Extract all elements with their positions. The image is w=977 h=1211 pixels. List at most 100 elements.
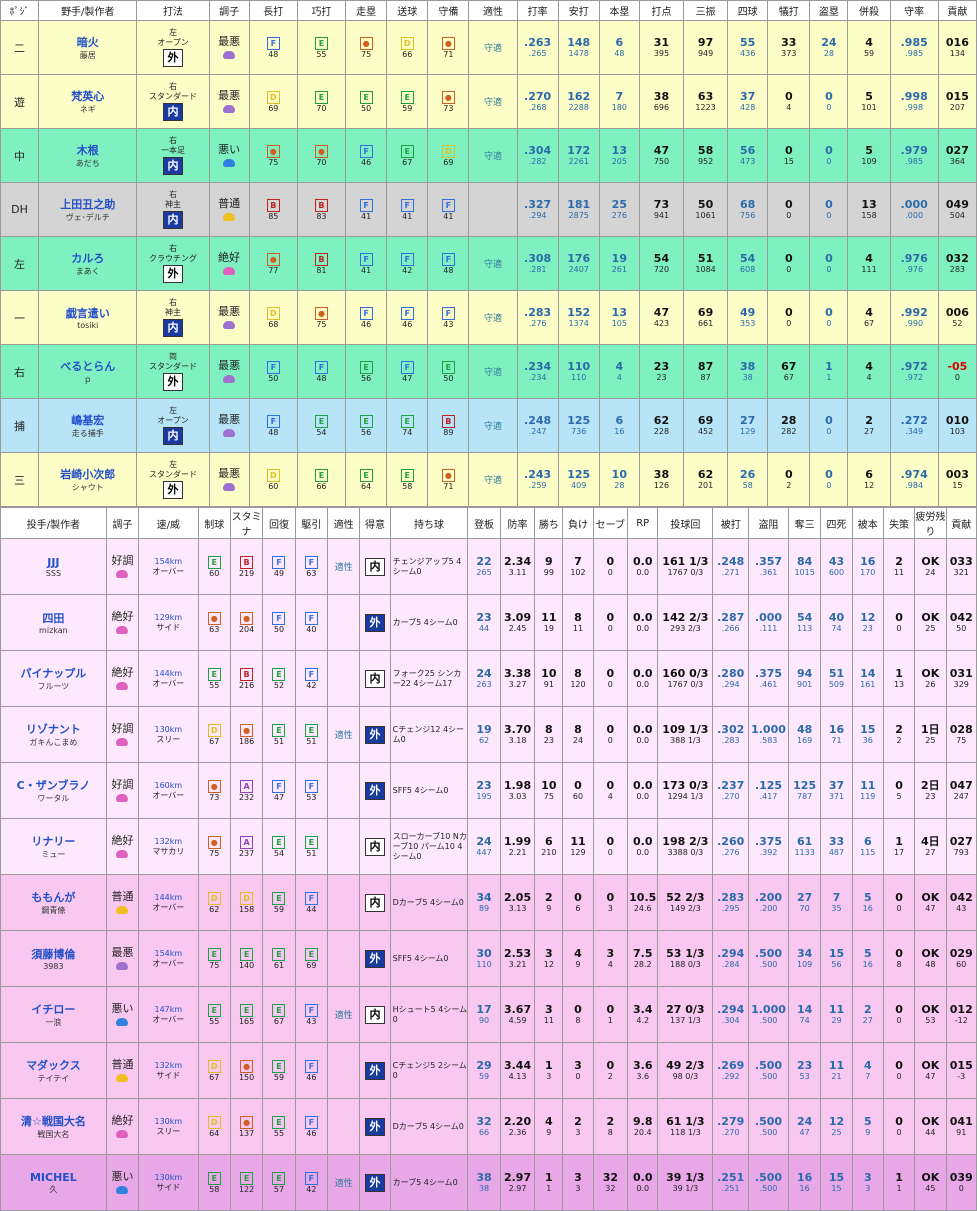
pitching-header-cell: 失策 xyxy=(882,507,916,539)
player-name[interactable]: 嶋基宏 xyxy=(40,412,136,428)
pstat-l: 08 xyxy=(562,986,594,1043)
pitcher-name[interactable]: リゾナント xyxy=(1,721,105,737)
batting-row[interactable]: 一戯言遣い tosiki 右神主内最悪 D 68 ● 75 F 46 F 46 F 43 守適 .283.2… xyxy=(0,290,977,345)
player-name[interactable]: 上田丑之助 xyxy=(40,196,136,212)
pitcher-name[interactable]: 須藤博倫 xyxy=(1,946,105,962)
stat-current: 0.0 xyxy=(632,554,653,568)
pitching-row[interactable]: リゾナント ガキんこまめ 好調 130km スリー D 67 ● 186 E 51 E 51 適性外 Cチェ… xyxy=(0,706,977,763)
pitching-row[interactable]: リナリー ミュー 絶好 132km マサカリ ● 75 A 237 E 54 E 51 内スローカーブ10… xyxy=(0,818,977,875)
pitching-row[interactable]: マダックス テイテイ 普通 132km サイド D 67 ● 150 E 59 F 46 外 Cチェンジ5 … xyxy=(0,1042,977,1099)
pstat-k: 54 113 xyxy=(787,594,822,651)
stat-career: 16 xyxy=(799,1183,810,1193)
pitcher-name[interactable]: C・ザンブラノ xyxy=(1,777,105,793)
pitching-row[interactable]: JJJ SSS 好調 154km オーバー E 60 B 219 F 49 F 63 適性内チェンジアップ… xyxy=(0,538,977,595)
player-name[interactable]: 梵英心 xyxy=(40,88,136,104)
pitch-ability-rec: E 52 xyxy=(262,650,296,707)
player-cell[interactable]: 上田丑之助 ヴェ･デルチ xyxy=(38,182,138,237)
aptitude-label: 適性 xyxy=(334,563,353,573)
pitching-row[interactable]: MICHEL 久悪い 130km サイド E 58 E 122 E 57 F 42 適性外カーブ5 4シ… xyxy=(0,1154,977,1211)
pitching-row[interactable]: 須藤博倫 3983 最悪 154km オーバー E 75 E 140 E 61 E 69 外 SFF5 4シ… xyxy=(0,930,977,987)
pitcher-name[interactable]: 四田 xyxy=(1,610,105,626)
condition-cell: 絶好 xyxy=(208,236,250,291)
pitcher-name[interactable]: JJJ xyxy=(1,556,105,569)
pitcher-cell[interactable]: JJJ SSS xyxy=(0,538,107,595)
stat-current: .248 xyxy=(717,554,745,568)
batting-row[interactable]: 遊梵英心 ネギ右スタンダード内最悪 D 69 E 70 E 50 E 59 ● 73 守適 .270.26… xyxy=(0,74,977,129)
player-cell[interactable]: 木根 あだち xyxy=(38,128,138,183)
stat-current: 0 xyxy=(606,666,615,680)
pitching-row[interactable]: C・ザンブラノ ワータル 好調 160km オーバー ● 73 A 232 F 47 F 53 外 SFF5… xyxy=(0,762,977,819)
stat-career: 9 xyxy=(546,1127,552,1137)
pitcher-cell[interactable]: マダックス テイテイ xyxy=(0,1042,107,1099)
player-cell[interactable]: 梵英心 ネギ xyxy=(38,74,138,129)
pitcher-cell[interactable]: リナリー ミュー xyxy=(0,818,107,875)
stat-career: 247 xyxy=(953,791,969,801)
player-cell[interactable]: 戯言遣い tosiki xyxy=(38,290,138,345)
stat-current: .976 xyxy=(900,251,928,265)
pitcher-name[interactable]: リナリー xyxy=(1,833,105,849)
player-cell[interactable]: カルろ まあく xyxy=(38,236,138,291)
stat-career: 3 xyxy=(575,1183,581,1193)
pstat-hr: 5 16 xyxy=(851,874,884,931)
form-label: サイド xyxy=(156,1070,181,1080)
stat-current: 003 xyxy=(945,467,969,481)
pitching-row[interactable]: 清☆戦国大名 戦国大名 絶好 130km スリー D 64 ● 137 E 55 F 46 外 Dカーブ5 … xyxy=(0,1098,977,1155)
stat-current: 7 xyxy=(574,554,582,568)
pitching-row[interactable]: パイナップル フルーツ 絶好 144km オーバー E 55 B 216 E 52 F 42 内フォーク2… xyxy=(0,650,977,707)
batting-row[interactable]: 三岩崎小次郎 シャウト左スタンダード外最悪 D 60 E 66 E 64 E 58 ● 71 守適 .24… xyxy=(0,452,977,507)
pitcher-cell[interactable]: 四田 mizkan xyxy=(0,594,107,651)
pitcher-name[interactable]: マダックス xyxy=(1,1057,105,1073)
pitcher-name[interactable]: イチロー xyxy=(1,1001,105,1017)
pitcher-name[interactable]: パイナップル xyxy=(1,665,105,681)
player-cell[interactable]: 嶋基宏 走る捕手 xyxy=(38,398,138,453)
pitching-row[interactable]: ももんが 鋼青條 普通 144km オーバー D 62 D 158 E 59 F 44 内 Dカーブ5 4シ… xyxy=(0,874,977,931)
stat-current: 4 xyxy=(615,359,624,373)
player-name[interactable]: 岩崎小次郎 xyxy=(40,466,136,482)
stat-career: 70 xyxy=(799,903,810,913)
pstat-hit: .294.284 xyxy=(712,930,750,987)
pitcher-cell[interactable]: 須藤博倫 3983 xyxy=(0,930,107,987)
batting-row[interactable]: 二暗火 藤居左オープン外最悪 F 48 E 55 ● 75 D 66 ● 71 守適 .263.265 14… xyxy=(0,20,977,75)
stat-career: .200 xyxy=(759,903,778,913)
stat-current: 27 0/3 xyxy=(666,1002,705,1016)
player-name[interactable]: 戯言遣い xyxy=(40,305,136,321)
player-name[interactable]: べるとらん xyxy=(40,358,136,374)
specialty-cell: 外 xyxy=(359,930,391,987)
pitcher-cell[interactable]: リゾナント ガキんこまめ xyxy=(0,706,107,763)
pitcher-cell[interactable]: 清☆戦国大名 戦国大名 xyxy=(0,1098,107,1155)
stat-career: .265 xyxy=(528,48,547,58)
pitch-ability-kake: F 43 xyxy=(294,986,329,1043)
stat-current: 3.44 xyxy=(503,1058,532,1072)
pitcher-name[interactable]: MICHEL xyxy=(1,1171,105,1184)
position-cell: 遊 xyxy=(0,74,40,129)
stat-current: 031 xyxy=(949,666,973,680)
batting-row[interactable]: 左カルろ まあく右クラウチング外絶好 ● 77 B 81 F 41 F 42 F 48 守適 .308.2… xyxy=(0,236,977,291)
player-name[interactable]: 暗火 xyxy=(40,34,136,50)
player-cell[interactable]: 岩崎小次郎 シャウト xyxy=(38,452,138,507)
stat-career: 15 xyxy=(952,480,963,490)
pitcher-cell[interactable]: MICHEL 久 xyxy=(0,1154,107,1211)
pitcher-cell[interactable]: イチロー 一浪 xyxy=(0,986,107,1043)
pitching-row[interactable]: イチロー 一浪 悪い 147km オーバー E 55 E 165 E 67 F 43 適性内 Hシュート5 … xyxy=(0,986,977,1043)
stat-career: 74 xyxy=(831,623,842,633)
batting-row[interactable]: 捕嶋基宏 走る捕手左オープン内最悪 F 48 E 54 E 56 E 74 B 89 守適 .248.24… xyxy=(0,398,977,453)
pitcher-cell[interactable]: C・ザンブラノ ワータル xyxy=(0,762,107,819)
pstat-ip: 198 2/3 3388 0/3 xyxy=(657,818,714,875)
batting-row[interactable]: 右べるとらん ｐ 両スタンダード外最悪 F 50 F 48 E 56 F 47 E 50 守適 .234.2… xyxy=(0,344,977,399)
player-cell[interactable]: 暗火 藤居 xyxy=(38,20,138,75)
pstat-rp: 10.5 24.6 xyxy=(627,874,659,931)
pitcher-name[interactable]: 清☆戦国大名 xyxy=(1,1113,105,1129)
batting-row[interactable]: DH 上田丑之助 ヴェ･デルチ右神主内普通 B 85 B 83 F 41 F 41 F 41.327.2… xyxy=(0,182,977,237)
stat-current: 24 xyxy=(476,666,492,680)
player-name[interactable]: カルろ xyxy=(40,250,136,266)
stat-career: 110 xyxy=(571,372,587,382)
stat-current: 1 xyxy=(825,359,833,373)
player-name[interactable]: 木根 xyxy=(40,142,136,158)
pitcher-name[interactable]: ももんが xyxy=(1,889,105,905)
pstat-bb: 43 600 xyxy=(820,538,853,595)
pitching-row[interactable]: 四田 mizkan 絶好 129km サイド ● 63 ● 204 F 50 F 40 外カーブ5 4シー… xyxy=(0,594,977,651)
pitcher-cell[interactable]: パイナップル フルーツ xyxy=(0,650,107,707)
pitcher-cell[interactable]: ももんが 鋼青條 xyxy=(0,874,107,931)
player-cell[interactable]: べるとらん ｐ xyxy=(38,344,138,399)
batting-row[interactable]: 中木根 あだち右一本足内悪い ● 75 ● 70 F 46 E 67 D 69 守適 .304.282 17… xyxy=(0,128,977,183)
